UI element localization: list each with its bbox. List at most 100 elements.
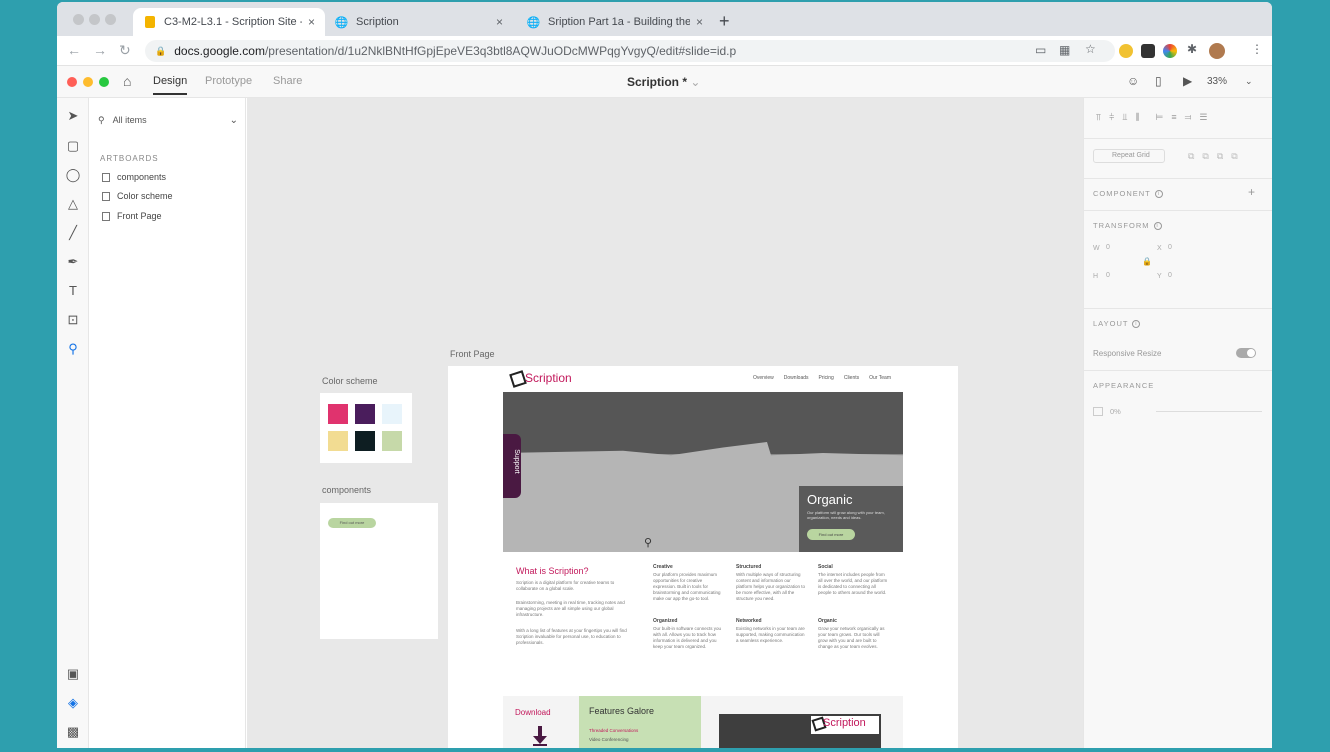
zoom-cursor-icon: ⚲ [644, 537, 653, 549]
chevron-down-icon[interactable]: ⌄ [1245, 76, 1253, 87]
plugins-icon[interactable]: ▩ [65, 724, 81, 740]
hero-card: Organic Our platform will grow along wit… [799, 486, 903, 552]
window-zoom-button[interactable] [105, 14, 116, 25]
info-icon[interactable]: i [1153, 222, 1162, 231]
zoom-tool-icon[interactable]: ⚲ [65, 341, 81, 357]
nav-link: Our Team [869, 375, 891, 381]
notion-icon[interactable] [1141, 44, 1155, 58]
component-button[interactable]: Find out more [328, 518, 376, 528]
forward-icon[interactable]: → [93, 42, 107, 58]
text-tool-icon[interactable]: T [65, 283, 81, 299]
extension-icon[interactable] [1119, 44, 1133, 58]
boolean-ops-icon[interactable]: ⧉⧉⧉⧉ [1188, 151, 1246, 162]
width-field[interactable]: 0 [1106, 244, 1110, 251]
layers-icon[interactable]: ◈ [65, 695, 81, 711]
distribute-vertical-icon[interactable]: ⫼ [1135, 112, 1139, 124]
artboard-label-front-page[interactable]: Front Page [450, 349, 495, 359]
height-field[interactable]: 0 [1106, 272, 1110, 279]
xd-zoom-button[interactable] [99, 77, 109, 87]
cast-icon[interactable]: ▭ [1035, 43, 1046, 57]
tab-sription-part[interactable]: 🌐 Sription Part 1a - Building the ... × [517, 8, 713, 36]
swatch-3[interactable] [328, 431, 348, 451]
avatar[interactable] [1209, 43, 1225, 59]
qr-icon[interactable]: ▦ [1059, 43, 1070, 57]
tab-design[interactable]: Design [153, 75, 188, 95]
swatch-1[interactable] [355, 404, 375, 424]
property-inspector: ⫪ ⫩ ⫫ ⫼ ⊨ ≡ ⫤ ☰ Repeat Grid ⧉⧉⧉⧉ COMPONE… [1083, 98, 1272, 748]
tab-title: Sription Part 1a - Building the ... [548, 16, 690, 28]
x-field[interactable]: 0 [1168, 244, 1172, 251]
tab-share[interactable]: Share [273, 75, 302, 87]
tab-scription[interactable]: 🌐 Scription × [325, 8, 513, 36]
color-picker-icon[interactable] [1163, 44, 1177, 58]
url-host: docs.google.com [174, 44, 265, 58]
xd-minimize-button[interactable] [83, 77, 93, 87]
artboard-color-scheme[interactable] [320, 393, 412, 463]
hero-title: Organic [807, 492, 853, 507]
window-close-button[interactable] [73, 14, 84, 25]
align-middle-icon[interactable]: ⫩ [1109, 112, 1114, 124]
layer-item-color-scheme[interactable]: Color scheme [102, 191, 173, 201]
new-tab-button[interactable]: + [719, 11, 730, 32]
repeat-grid-button[interactable]: Repeat Grid [1093, 149, 1165, 163]
reload-icon[interactable]: ↻ [119, 42, 131, 59]
design-canvas[interactable]: Color scheme components Find out more Fr… [247, 98, 1083, 748]
opacity-slider[interactable] [1156, 411, 1262, 412]
line-tool-icon[interactable]: ╱ [65, 225, 81, 241]
select-tool-icon[interactable]: ➤ [65, 108, 81, 124]
hero-image: Support Organic Our platform will grow a… [503, 392, 903, 552]
user-icon[interactable]: ☺ [1127, 74, 1139, 88]
artboards-heading: ARTBOARDS [100, 154, 159, 163]
thumbnail-logo: Scription [823, 717, 866, 729]
layer-item-front-page[interactable]: Front Page [102, 211, 162, 221]
align-right-icon[interactable]: ⫤ [1185, 112, 1192, 124]
address-bar[interactable]: 🔒 docs.google.com/presentation/d/1u2NklB… [145, 40, 1115, 62]
polygon-tool-icon[interactable]: △ [65, 196, 81, 212]
swatch-4[interactable] [355, 431, 375, 451]
align-bottom-icon[interactable]: ⫫ [1122, 112, 1127, 124]
lock-aspect-icon[interactable]: 🔒 [1142, 257, 1152, 266]
document-title[interactable]: Scription * ⌄ [627, 75, 700, 89]
responsive-resize-toggle[interactable] [1236, 348, 1256, 358]
repeat-grid-section: Repeat Grid ⧉⧉⧉⧉ [1084, 138, 1272, 178]
window-minimize-button[interactable] [89, 14, 100, 25]
align-top-icon[interactable]: ⫪ [1096, 112, 1101, 124]
assets-icon[interactable]: ▣ [65, 666, 81, 682]
zoom-level[interactable]: 33% [1207, 76, 1227, 87]
bookmark-star-icon[interactable]: ☆ [1085, 42, 1096, 56]
menu-dots-icon[interactable]: ⋮ [1251, 42, 1263, 56]
close-tab-icon[interactable]: × [308, 15, 315, 29]
swatch-0[interactable] [328, 404, 348, 424]
info-icon[interactable]: i [1132, 320, 1141, 329]
y-field[interactable]: 0 [1168, 272, 1172, 279]
close-tab-icon[interactable]: × [496, 15, 503, 29]
info-icon[interactable]: i [1154, 190, 1163, 199]
ellipse-tool-icon[interactable]: ◯ [65, 167, 81, 183]
align-left-icon[interactable]: ⊨ [1155, 112, 1163, 124]
layers-filter[interactable]: ⚲ All items ⌄ [98, 112, 238, 128]
swatch-2[interactable] [382, 404, 402, 424]
add-component-icon[interactable]: + [1248, 185, 1255, 199]
play-icon[interactable]: ▶ [1183, 74, 1192, 88]
artboard-label-color-scheme[interactable]: Color scheme [322, 376, 378, 386]
xd-close-button[interactable] [67, 77, 77, 87]
mobile-preview-icon[interactable]: ▯ [1155, 74, 1162, 88]
artboard-front-page[interactable]: Scription Overview Downloads Pricing Cli… [448, 366, 958, 748]
slides-icon [143, 16, 156, 29]
swatch-5[interactable] [382, 431, 402, 451]
rectangle-tool-icon[interactable]: ▢ [65, 138, 81, 154]
layer-item-components[interactable]: components [102, 172, 166, 182]
home-icon[interactable]: ⌂ [123, 73, 131, 89]
opacity-field[interactable]: 0% [1110, 407, 1121, 416]
back-icon[interactable]: ← [67, 42, 81, 58]
artboard-components[interactable]: Find out more [320, 503, 438, 639]
puzzle-icon[interactable]: ✱ [1187, 42, 1197, 56]
close-tab-icon[interactable]: × [696, 15, 703, 29]
tab-slides[interactable]: C3-M2-L3.1 - Scription Site - ... × [133, 8, 325, 36]
distribute-horizontal-icon[interactable]: ☰ [1199, 112, 1207, 124]
align-center-icon[interactable]: ≡ [1171, 112, 1176, 124]
pen-tool-icon[interactable]: ✒ [65, 254, 81, 270]
tab-prototype[interactable]: Prototype [205, 75, 252, 87]
artboard-label-components[interactable]: components [322, 485, 371, 495]
artboard-tool-icon[interactable]: ⊡ [65, 312, 81, 328]
